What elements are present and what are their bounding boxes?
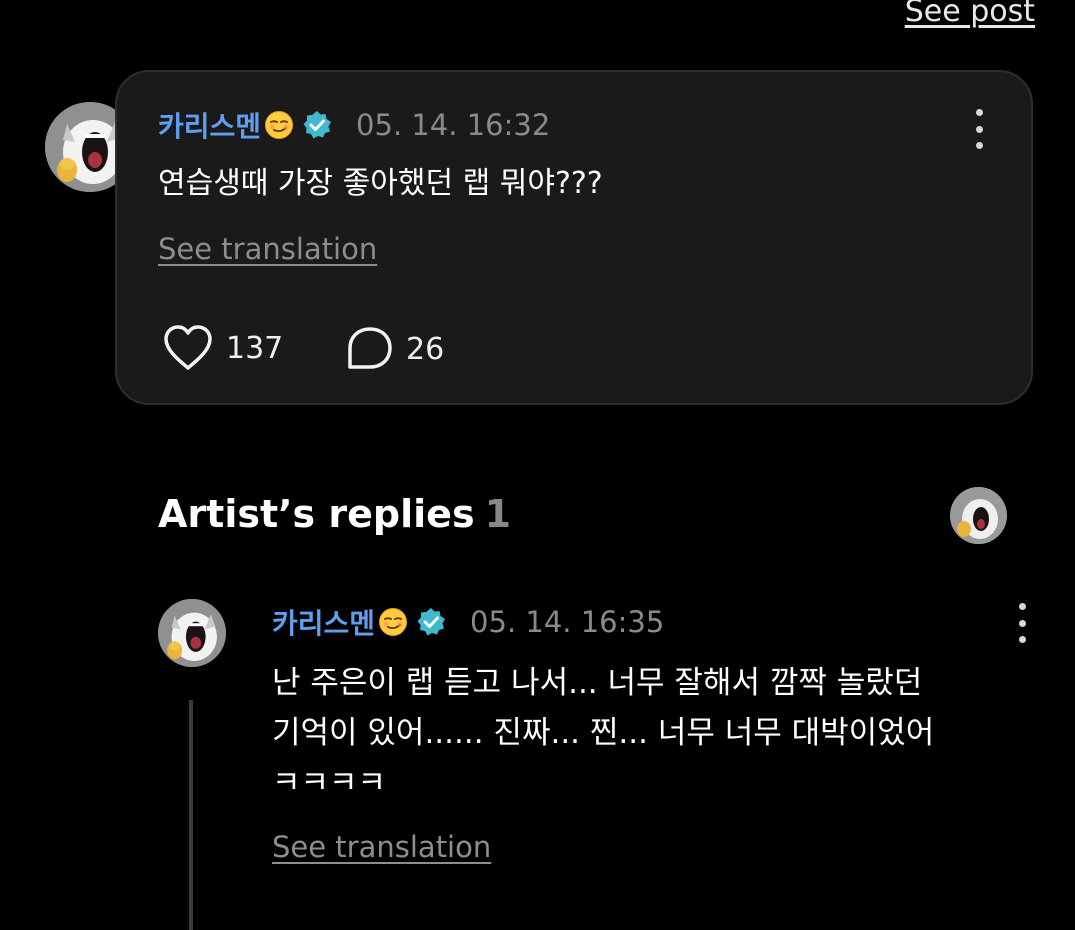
more-dot <box>975 125 983 133</box>
artist-avatar-icon <box>950 487 1007 544</box>
like-count: 137 <box>226 330 284 366</box>
reply-header: 카리스멘 05. 14. 16:35 <box>272 602 664 642</box>
post-timestamp: 05. 14. 16:32 <box>356 108 551 142</box>
comment-count: 26 <box>406 331 445 367</box>
verified-badge-icon <box>416 607 446 637</box>
artist-replies-count: 1 <box>484 492 512 536</box>
reply-text-line: ㅋㅋㅋㅋ <box>272 765 387 801</box>
more-dot <box>1018 619 1026 627</box>
reply-text: 난 주은이 랩 듣고 나서... 너무 잘해서 깜짝 놀랐던 기억이 있어...… <box>272 658 934 808</box>
reply-author-avatar[interactable] <box>158 599 226 667</box>
reply-author-name[interactable]: 카리스멘 <box>272 602 375 642</box>
more-dot <box>975 109 983 116</box>
screaming-cat-avatar-icon <box>158 599 226 667</box>
comment-button[interactable]: 26 <box>346 326 444 372</box>
more-dot <box>1018 603 1026 610</box>
post-header: 카리스멘 05. 14. 16:32 <box>158 105 550 145</box>
post-text: 연습생때 가장 좋아했던 랩 뭐야??? <box>158 166 603 201</box>
see-post-link[interactable]: See post <box>905 0 1035 29</box>
like-button[interactable]: 137 <box>162 324 283 372</box>
post-card: 카리스멘 05. 14. 16:32 연습생때 가장 좋아했던 랩 뭐야??? … <box>115 70 1033 405</box>
smirking-face-emoji-icon <box>378 607 408 637</box>
artist-replies-title: Artist’s replies <box>158 492 475 536</box>
comment-bubble-icon <box>348 327 392 369</box>
reply-text-line: 난 주은이 랩 듣고 나서... 너무 잘해서 깜짝 놀랐던 <box>272 665 923 701</box>
verified-badge-icon <box>302 110 332 140</box>
post-see-translation-link[interactable]: See translation <box>158 232 377 266</box>
reply-timestamp: 05. 14. 16:35 <box>470 605 665 639</box>
heart-icon <box>164 325 212 370</box>
more-dot <box>975 142 983 149</box>
post-more-options-button[interactable] <box>972 109 986 149</box>
artist-avatar[interactable] <box>950 487 1007 544</box>
reply-text-line: 기억이 있어...... 진짜... 찐... 너무 너무 대박이었어 <box>272 715 935 751</box>
smirking-face-emoji-icon <box>264 110 294 140</box>
artist-replies-header: Artist’s replies 1 <box>158 492 511 536</box>
post-author-name[interactable]: 카리스멘 <box>158 105 261 145</box>
reply-see-translation-link[interactable]: See translation <box>272 830 491 864</box>
reply-more-options-button[interactable] <box>1015 603 1029 643</box>
more-dot <box>1018 636 1026 643</box>
reply-thread-line <box>189 700 193 930</box>
